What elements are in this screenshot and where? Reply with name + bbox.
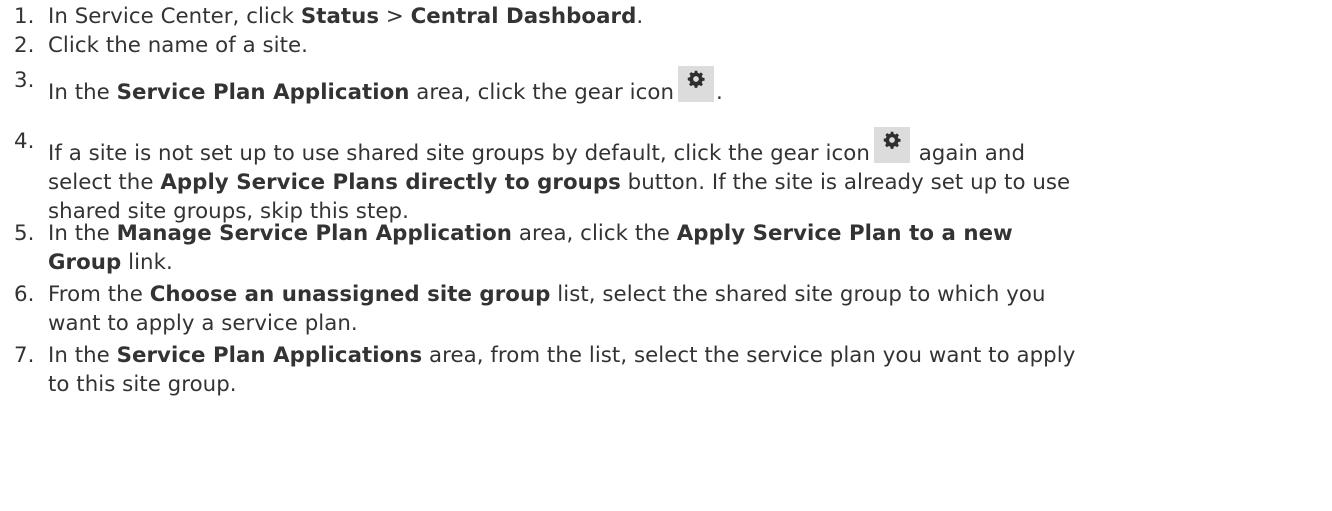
step-text: button. If the site is already set up to…: [620, 170, 1071, 195]
step-number: 4.: [14, 129, 35, 154]
step-text: .: [716, 80, 723, 105]
step-text: again and: [911, 141, 1026, 166]
step-text: In the: [48, 221, 117, 246]
step-text: In the: [48, 343, 117, 368]
step-number: 1.: [14, 4, 35, 29]
ui-term-central-dashboard: Central Dashboard: [410, 4, 637, 29]
step-text: list, select the shared site group to wh…: [550, 282, 1046, 307]
step-text: area, click the: [512, 221, 677, 246]
step-text: Click the name of a site.: [48, 33, 309, 58]
step-number: 7.: [14, 343, 35, 368]
step-text: In Service Center, click: [48, 4, 301, 29]
step-number: 5.: [14, 221, 35, 246]
ui-term-choose-unassigned-site-group: Choose an unassigned site group: [149, 282, 551, 307]
ui-term-group: Group: [48, 250, 122, 275]
step-text: select the: [48, 170, 161, 195]
step-text: If a site is not set up to use shared si…: [48, 141, 870, 166]
step-number: 2.: [14, 33, 35, 58]
gear-icon: [873, 127, 910, 163]
ui-term-apply-service-plans-directly: Apply Service Plans directly to groups: [160, 170, 621, 195]
gear-icon: [678, 66, 715, 102]
step-number: 3.: [14, 68, 35, 93]
step-text: From the: [48, 282, 150, 307]
step-text: link.: [121, 250, 173, 275]
step-text: >: [379, 4, 411, 29]
ui-term-manage-service-plan-application: Manage Service Plan Application: [116, 221, 513, 246]
ui-term-apply-service-plan-link: Apply Service Plan to a new: [676, 221, 1013, 246]
step-text: In the: [48, 80, 117, 105]
step-text: to this site group.: [48, 372, 237, 397]
step-text: want to apply a service plan.: [48, 311, 358, 336]
step-text: .: [636, 4, 644, 29]
ui-term-status: Status: [300, 4, 380, 29]
step-text: area, from the list, select the service …: [422, 343, 1076, 368]
step-text: area, click the gear icon: [409, 80, 675, 105]
ui-term-service-plan-application: Service Plan Application: [116, 80, 410, 105]
ui-term-service-plan-applications: Service Plan Applications: [116, 343, 423, 368]
step-number: 6.: [14, 282, 35, 307]
